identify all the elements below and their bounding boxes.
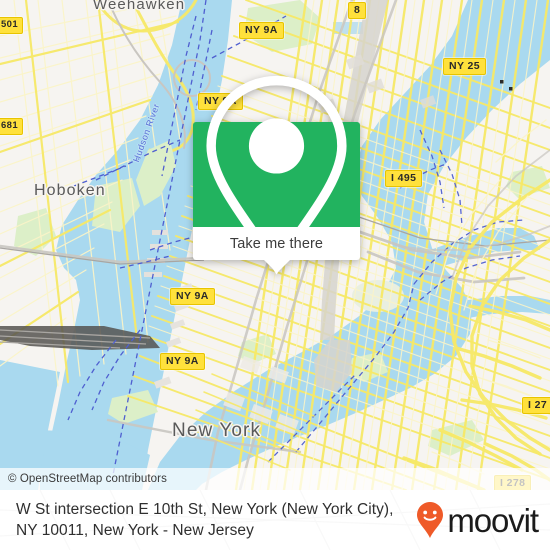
attribution-text: © OpenStreetMap contributors [8, 473, 167, 485]
location-popup[interactable]: Take me there [193, 75, 360, 275]
moovit-pin-icon [417, 502, 444, 538]
footer-bar: W St intersection E 10th St, New York (N… [0, 490, 550, 550]
moovit-logo: moovit [415, 501, 539, 539]
popup-header [193, 75, 360, 275]
moovit-wordmark: moovit [447, 501, 539, 539]
location-title: W St intersection E 10th St, New York (N… [16, 501, 394, 539]
map-pin-icon [206, 75, 347, 275]
take-me-there-label: Take me there [229, 235, 324, 252]
map-canvas[interactable]: .rd { stroke:#f7e967; stroke-linecap:rou… [0, 0, 550, 490]
map-attribution: © OpenStreetMap contributors [0, 468, 550, 490]
screenshot-root: .rd { stroke:#f7e967; stroke-linecap:rou… [0, 0, 550, 550]
popup-pointer [263, 260, 290, 273]
